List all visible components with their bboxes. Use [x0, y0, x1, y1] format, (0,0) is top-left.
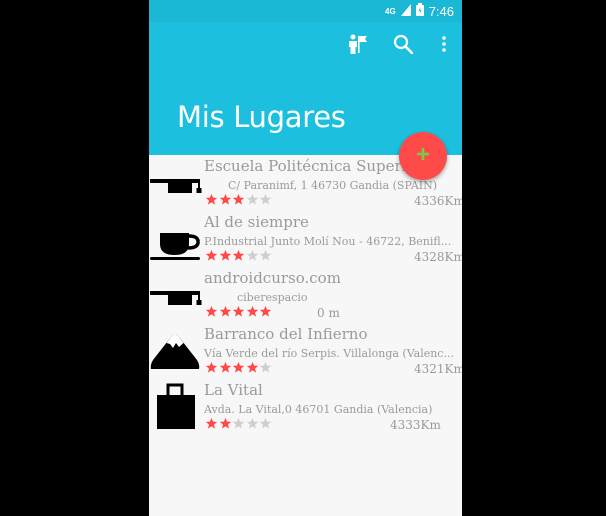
star-filled-icon — [259, 305, 272, 318]
star-filled-icon — [205, 305, 218, 318]
star-empty-icon — [259, 361, 272, 374]
overflow-menu-button[interactable] — [426, 30, 462, 62]
places-list: Escuela Politécnica Superior de... C/ Pa… — [149, 155, 462, 435]
star-empty-icon — [246, 193, 259, 206]
place-address: Vía Verde del río Serpis. Villalonga (Va… — [204, 347, 454, 360]
star-filled-icon — [219, 417, 232, 430]
coffee-cup-icon — [149, 211, 205, 267]
more-vert-icon — [442, 35, 446, 57]
clock: 7:46 — [428, 3, 454, 19]
place-address: C/ Paranimf, 1 46730 Gandia (SPAIN) — [228, 179, 438, 192]
rating-stars — [205, 249, 273, 262]
place-distance: 4321Km — [414, 362, 462, 376]
place-address: Avda. La Vital,0 46701 Gandia (Valencia) — [204, 403, 433, 416]
place-distance: 0 m — [317, 306, 340, 320]
star-filled-icon — [246, 361, 259, 374]
star-empty-icon — [259, 249, 272, 262]
search-button[interactable] — [380, 30, 426, 62]
star-filled-icon — [246, 305, 259, 318]
place-name: Al de siempre — [204, 213, 309, 231]
star-filled-icon — [205, 361, 218, 374]
rating-stars — [205, 193, 273, 206]
page-title: Mis Lugares — [177, 100, 346, 134]
star-filled-icon — [219, 361, 232, 374]
map-icon — [346, 34, 368, 59]
place-name: Barranco del Infierno — [204, 325, 368, 343]
star-filled-icon — [219, 249, 232, 262]
place-distance: 4336Km — [414, 194, 462, 208]
star-filled-icon — [232, 249, 245, 262]
graduation-cap-icon — [149, 155, 205, 211]
star-filled-icon — [205, 193, 218, 206]
star-empty-icon — [259, 193, 272, 206]
list-item[interactable]: Barranco del Infierno Vía Verde del río … — [149, 323, 462, 379]
mountain-icon — [149, 323, 205, 379]
star-empty-icon — [246, 417, 259, 430]
star-empty-icon — [232, 417, 245, 430]
phone-screen: 4G 7:46 Mis Lugares Escuela Politécnica … — [149, 0, 462, 516]
star-filled-icon — [232, 361, 245, 374]
list-item[interactable]: La Vital Avda. La Vital,0 46701 Gandia (… — [149, 379, 462, 435]
place-distance: 4328Km — [414, 250, 462, 264]
map-button[interactable] — [334, 30, 380, 62]
add-icon — [417, 147, 429, 165]
network-label: 4G — [385, 6, 396, 16]
signal-icon — [400, 3, 411, 19]
graduation-cap-icon — [149, 267, 205, 323]
star-filled-icon — [205, 417, 218, 430]
star-filled-icon — [232, 305, 245, 318]
battery-icon — [415, 3, 424, 19]
place-address: P.Industrial Junto Molí Nou - 46722, Ben… — [204, 235, 452, 248]
star-filled-icon — [219, 193, 232, 206]
rating-stars — [205, 417, 273, 430]
list-item[interactable]: Al de siempre P.Industrial Junto Molí No… — [149, 211, 462, 267]
rating-stars — [205, 361, 273, 374]
list-item[interactable]: androidcurso.com ciberespacio 0 m — [149, 267, 462, 323]
star-filled-icon — [219, 305, 232, 318]
star-filled-icon — [232, 193, 245, 206]
place-address: ciberespacio — [237, 291, 308, 304]
place-name: androidcurso.com — [204, 269, 341, 287]
search-icon — [393, 34, 414, 59]
star-filled-icon — [205, 249, 218, 262]
star-empty-icon — [259, 417, 272, 430]
status-bar: 4G 7:46 — [149, 0, 462, 22]
star-empty-icon — [246, 249, 259, 262]
place-name: La Vital — [204, 381, 263, 399]
rating-stars — [205, 305, 273, 318]
shopping-bag-icon — [149, 379, 205, 435]
place-distance: 4333Km — [390, 418, 441, 432]
add-place-button[interactable] — [399, 132, 447, 180]
